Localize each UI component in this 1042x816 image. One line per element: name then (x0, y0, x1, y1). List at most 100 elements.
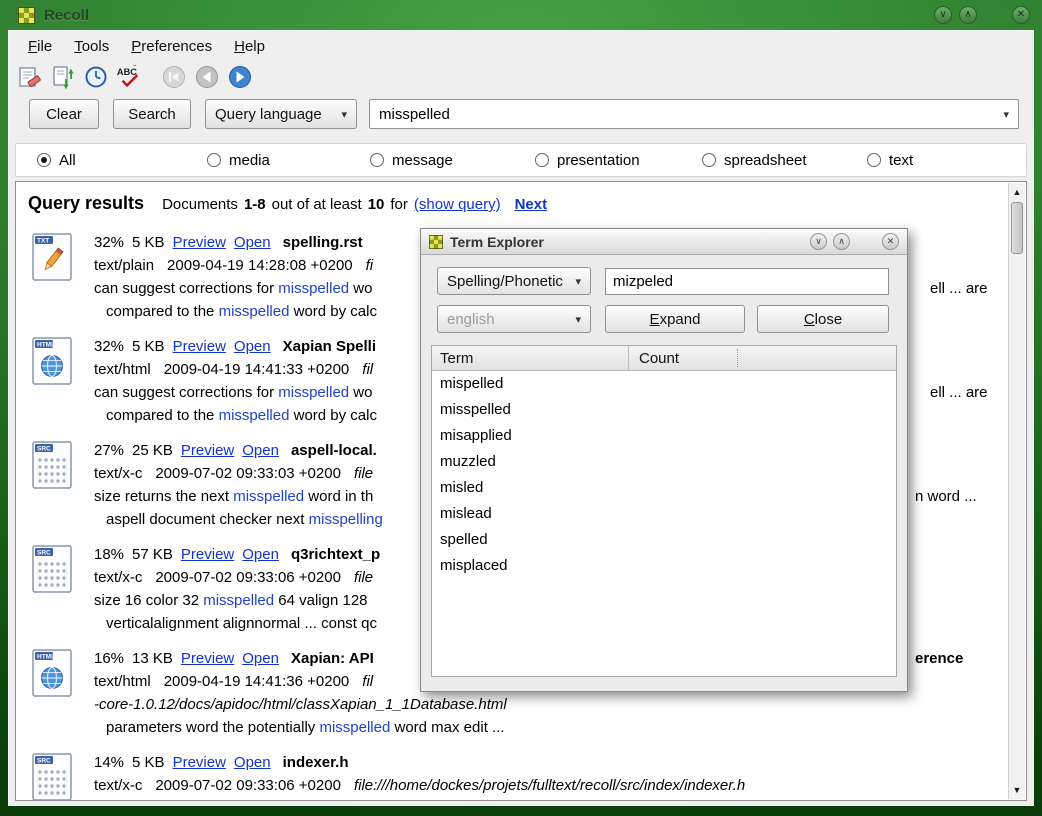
term-row[interactable]: misspelled (432, 397, 896, 423)
highlighted-term: misspelled (219, 303, 290, 320)
close-icon[interactable]: ✕ (1012, 6, 1030, 24)
summary-middle-text: out of at least (272, 196, 362, 213)
maximize-icon[interactable]: ∧ (959, 6, 977, 24)
column-resize-handle[interactable] (737, 349, 738, 367)
show-query-link[interactable]: (show query) (414, 196, 501, 213)
search-row: Clear Search Query language ▾ ▾ (21, 99, 1019, 129)
expand-button[interactable]: Expand (605, 305, 745, 333)
open-link[interactable]: Open (242, 442, 279, 459)
scroll-down-icon[interactable]: ▼ (1009, 782, 1025, 798)
filter-option[interactable]: text (867, 144, 913, 176)
open-link[interactable]: Open (242, 650, 279, 667)
clear-search-icon[interactable] (17, 64, 43, 90)
filter-label: spreadsheet (724, 152, 807, 169)
filter-option[interactable]: spreadsheet (702, 144, 807, 176)
term-row[interactable]: misplaced (432, 553, 896, 579)
search-button[interactable]: Search (113, 99, 191, 129)
radio-icon[interactable] (370, 153, 384, 167)
query-input[interactable] (370, 106, 997, 123)
doc-date: 2009-07-02 09:33:06 +0200 (155, 777, 341, 794)
relevance-percent: 32% (94, 338, 124, 355)
open-link[interactable]: Open (234, 234, 271, 251)
term-row[interactable]: spelled (432, 527, 896, 553)
scroll-up-icon[interactable]: ▲ (1009, 184, 1025, 200)
doc-url: file (354, 465, 373, 482)
recoll-app-icon (429, 235, 443, 249)
summary-total: 10 (368, 196, 385, 213)
expansion-mode-combobox[interactable]: Spelling/Phonetic ▾ (437, 267, 591, 295)
result-row: SRC14%5 KBPreviewOpenindexer.htext/x-c20… (26, 748, 1004, 801)
snippet-overflow: ell ... are (930, 277, 988, 300)
open-link[interactable]: Open (234, 754, 271, 771)
radio-icon[interactable] (867, 153, 881, 167)
results-scrollbar[interactable]: ▲ ▼ (1008, 183, 1025, 799)
filter-option[interactable]: presentation (535, 144, 640, 176)
term-row[interactable]: misled (432, 475, 896, 501)
highlighted-term: misspelled (233, 488, 304, 505)
source-doc-icon: SRC (32, 753, 72, 801)
term-explorer-icon[interactable]: ABCˆ (116, 64, 142, 90)
minimize-icon[interactable]: ∨ (934, 6, 952, 24)
snippet-line: parameters word the potentially misspell… (94, 716, 1004, 739)
term-input[interactable] (605, 268, 889, 295)
open-link[interactable]: Open (242, 546, 279, 563)
doc-size: 25 KB (132, 442, 173, 459)
radio-icon[interactable] (702, 153, 716, 167)
doc-mime: text/x-c (94, 569, 142, 586)
highlighted-term: misspelled (319, 719, 390, 736)
doc-size: 57 KB (132, 546, 173, 563)
count-column-header[interactable]: Count (628, 346, 896, 370)
result-details: 14%5 KBPreviewOpenindexer.htext/x-c2009-… (94, 751, 1004, 797)
preview-link[interactable]: Preview (181, 650, 234, 667)
source-doc-icon: SRC (32, 545, 72, 598)
open-link[interactable]: Open (234, 338, 271, 355)
radio-icon[interactable] (37, 153, 51, 167)
preview-link[interactable]: Preview (173, 234, 226, 251)
term-explorer-dialog: Term Explorer ∨ ∧ ✕ Spelling/Phonetic ▾ … (420, 228, 908, 692)
relevance-percent: 16% (94, 650, 124, 667)
history-icon[interactable] (83, 64, 109, 90)
next-page-link[interactable]: Next (515, 196, 548, 213)
doc-url: fil (362, 673, 373, 690)
term-row[interactable]: misapplied (432, 423, 896, 449)
highlighted-term: misspelling (309, 511, 383, 528)
filter-option[interactable]: All (37, 144, 76, 176)
doc-size: 5 KB (132, 338, 165, 355)
doc-mime: text/plain (94, 257, 154, 274)
query-mode-combobox[interactable]: Query language ▾ (205, 99, 357, 129)
highlighted-term: misspelled (278, 280, 349, 297)
term-column-header[interactable]: Term (432, 346, 628, 370)
first-page-icon[interactable] (161, 64, 187, 90)
menu-preferences[interactable]: Preferences (122, 34, 221, 59)
term-row[interactable]: muzzled (432, 449, 896, 475)
clear-button[interactable]: Clear (29, 99, 99, 129)
doc-date: 2009-04-19 14:28:08 +0200 (167, 257, 353, 274)
filter-option[interactable]: media (207, 144, 270, 176)
menu-file[interactable]: File (19, 34, 61, 59)
minimize-icon[interactable]: ∨ (810, 233, 827, 250)
close-icon[interactable]: ✕ (882, 233, 899, 250)
filter-label: All (59, 152, 76, 169)
update-index-icon[interactable] (50, 64, 76, 90)
doc-title: spelling.rst (283, 234, 363, 251)
preview-link[interactable]: Preview (173, 338, 226, 355)
expansion-mode-value: Spelling/Phonetic (447, 273, 563, 290)
radio-icon[interactable] (207, 153, 221, 167)
close-button[interactable]: Close (757, 305, 889, 333)
prev-page-icon[interactable] (194, 64, 220, 90)
term-row[interactable]: mislead (432, 501, 896, 527)
maximize-icon[interactable]: ∧ (833, 233, 850, 250)
filter-option[interactable]: message (370, 144, 453, 176)
term-explorer-titlebar[interactable]: Term Explorer ∨ ∧ ✕ (421, 229, 907, 255)
preview-link[interactable]: Preview (173, 754, 226, 771)
preview-link[interactable]: Preview (181, 546, 234, 563)
scrollbar-thumb[interactable] (1011, 202, 1023, 254)
chevron-down-icon[interactable]: ▾ (1003, 108, 1009, 121)
menu-help[interactable]: Help (225, 34, 274, 59)
preview-link[interactable]: Preview (181, 442, 234, 459)
radio-icon[interactable] (535, 153, 549, 167)
html-doc-icon: HTML (32, 649, 72, 702)
term-row[interactable]: mispelled (432, 371, 896, 397)
menu-tools[interactable]: Tools (65, 34, 118, 59)
next-page-icon[interactable] (227, 64, 253, 90)
